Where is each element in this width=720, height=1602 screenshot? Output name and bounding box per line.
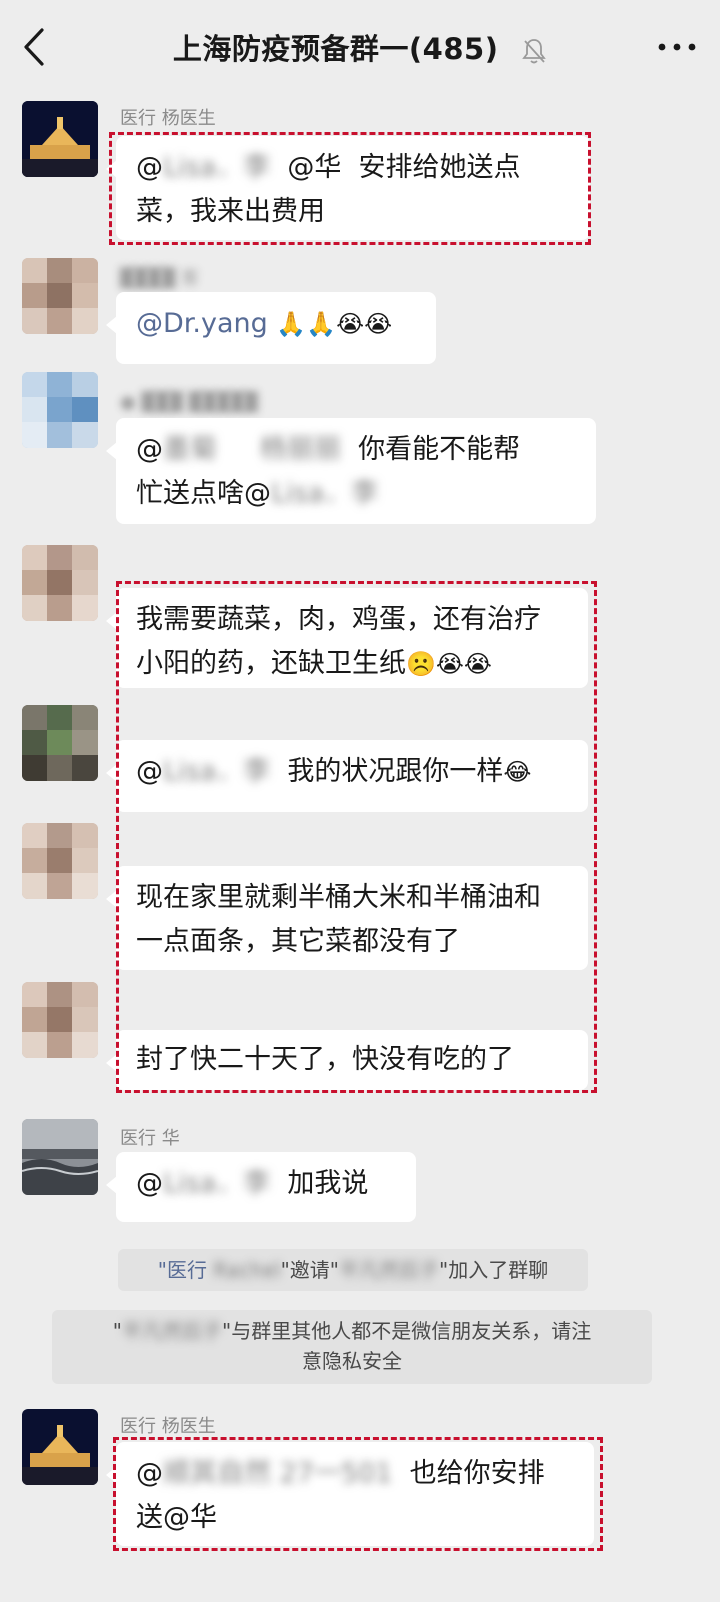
mention-text[interactable]: @Dr.yang — [136, 308, 268, 339]
message-bubble[interactable]: @Lisa．李 我的状况跟你一样😂 — [106, 740, 588, 812]
blurred-name: Lisa．李 — [271, 478, 379, 509]
system-notice: "医行 Rachel"邀请"平凡然后子"加入了群聊 — [118, 1249, 588, 1291]
message-text: 小阳的药，还缺卫生纸 — [136, 648, 406, 679]
avatar-image — [22, 1119, 98, 1195]
emoji-sequence: ☹️😭😭 — [406, 650, 492, 678]
message-line: 小阳的药，还缺卫生纸☹️😭😭 — [136, 642, 568, 686]
mention-text: @华 — [287, 152, 342, 183]
avatar-image — [22, 258, 98, 334]
message-bubble[interactable]: @Dr.yang 🙏🙏😭😭 — [106, 292, 436, 364]
message-text: 我的状况跟你一样 — [287, 756, 504, 787]
avatar[interactable] — [22, 545, 98, 621]
avatar-image — [22, 705, 98, 781]
more-options-button[interactable] — [654, 30, 700, 64]
message-text: 也给你安排 — [409, 1458, 545, 1489]
blurred-name: Rachel — [213, 1258, 281, 1282]
privacy-notice: "平凡然后子"与群里其他人都不是微信朋友关系，请注 意隐私安全 — [52, 1310, 652, 1384]
sender-name: 医行 华 — [120, 1128, 180, 1149]
blurred-name: Lisa．李 — [163, 756, 271, 787]
more-dots-icon — [658, 43, 696, 51]
message-bubble[interactable]: 现在家里就剩半桶大米和半桶油和 一点面条，其它菜都没有了 — [106, 866, 588, 970]
blurred-name: Lisa．李 — [163, 1168, 271, 1199]
message-line: @墨菊 杨丽丽 你看能不能帮 — [136, 428, 576, 472]
blurred-name: 平凡然后子 — [122, 1319, 222, 1343]
sender-name-blurred: ████ 客 — [120, 268, 200, 289]
message-bubble[interactable]: 我需要蔬菜，肉，鸡蛋，还有治疗 小阳的药，还缺卫生纸☹️😭😭 — [106, 588, 588, 688]
avatar-image — [22, 101, 98, 177]
message-line: 现在家里就剩半桶大米和半桶油和 — [136, 882, 541, 913]
blurred-name: 墨菊 杨丽丽 — [163, 434, 341, 465]
sender-name-blurred: ● ███ █████ — [120, 392, 258, 413]
privacy-notice-line: 意隐私安全 — [302, 1349, 402, 1373]
message-text: 忙送点啥 — [136, 478, 244, 509]
message-bubble[interactable]: @Lisa．李 @华 安排给她送点 菜，我来出费用 — [106, 136, 590, 240]
avatar[interactable] — [22, 1119, 98, 1195]
avatar[interactable] — [22, 1409, 98, 1485]
avatar[interactable] — [22, 705, 98, 781]
bell-muted-icon — [522, 39, 546, 64]
message-line: 一点面条，其它菜都没有了 — [136, 926, 460, 957]
message-text: 安排给她送点 — [358, 152, 521, 183]
message-text: 加我说 — [287, 1168, 369, 1199]
message-bubble[interactable]: @墨菊 杨丽丽 你看能不能帮 忙送点啥@Lisa．李 — [106, 418, 596, 524]
emoji: 😂 — [503, 758, 532, 786]
message-bubble[interactable]: 封了快二十天了，快没有吃的了 — [106, 1030, 588, 1090]
message-text: 你看能不能帮 — [358, 434, 521, 465]
message-line: 忙送点啥@Lisa．李 — [136, 472, 576, 516]
avatar-image — [22, 982, 98, 1058]
chat-header: 上海防疫预备群一(485) — [0, 0, 720, 92]
message-line: 送@华 — [136, 1502, 217, 1533]
system-notice-suffix: "加入了群聊 — [439, 1258, 549, 1282]
sender-name: 医行 杨医生 — [120, 1416, 216, 1437]
message-line: 菜，我来出费用 — [136, 196, 325, 227]
avatar-image — [22, 823, 98, 899]
chat-title: 上海防疫预备群一(485) — [0, 26, 720, 68]
privacy-notice-line: "平凡然后子"与群里其他人都不是微信朋友关系，请注 — [62, 1316, 642, 1346]
message-line: @Lisa．李 @华 安排给她送点 — [136, 146, 570, 190]
message-text: 封了快二十天了，快没有吃的了 — [136, 1044, 514, 1075]
avatar-image — [22, 372, 98, 448]
avatar-image — [22, 545, 98, 621]
sender-name: 医行 杨医生 — [120, 108, 216, 129]
avatar[interactable] — [22, 101, 98, 177]
avatar-image — [22, 1409, 98, 1485]
message-line: @顺其自然 27一501 也给你安排 — [136, 1452, 574, 1496]
privacy-notice-text: "与群里其他人都不是微信朋友关系，请注 — [222, 1319, 592, 1343]
avatar[interactable] — [22, 982, 98, 1058]
message-line: 我需要蔬菜，肉，鸡蛋，还有治疗 — [136, 604, 541, 635]
chat-title-text: 上海防疫预备群一(485) — [172, 32, 499, 66]
message-bubble[interactable]: @Lisa．李 加我说 — [106, 1152, 416, 1222]
emoji-sequence: 🙏🙏😭😭 — [276, 310, 393, 338]
message-bubble[interactable]: @顺其自然 27一501 也给你安排 送@华 — [106, 1442, 594, 1546]
blurred-name: Lisa．李 — [163, 152, 271, 183]
avatar[interactable] — [22, 823, 98, 899]
blurred-name: 平凡然后子 — [339, 1258, 439, 1282]
avatar[interactable] — [22, 372, 98, 448]
avatar[interactable] — [22, 258, 98, 334]
system-notice-mid: "邀请" — [280, 1258, 339, 1282]
blurred-name: 顺其自然 27一501 — [163, 1458, 393, 1489]
system-notice-prefix: "医行 — [157, 1258, 207, 1282]
